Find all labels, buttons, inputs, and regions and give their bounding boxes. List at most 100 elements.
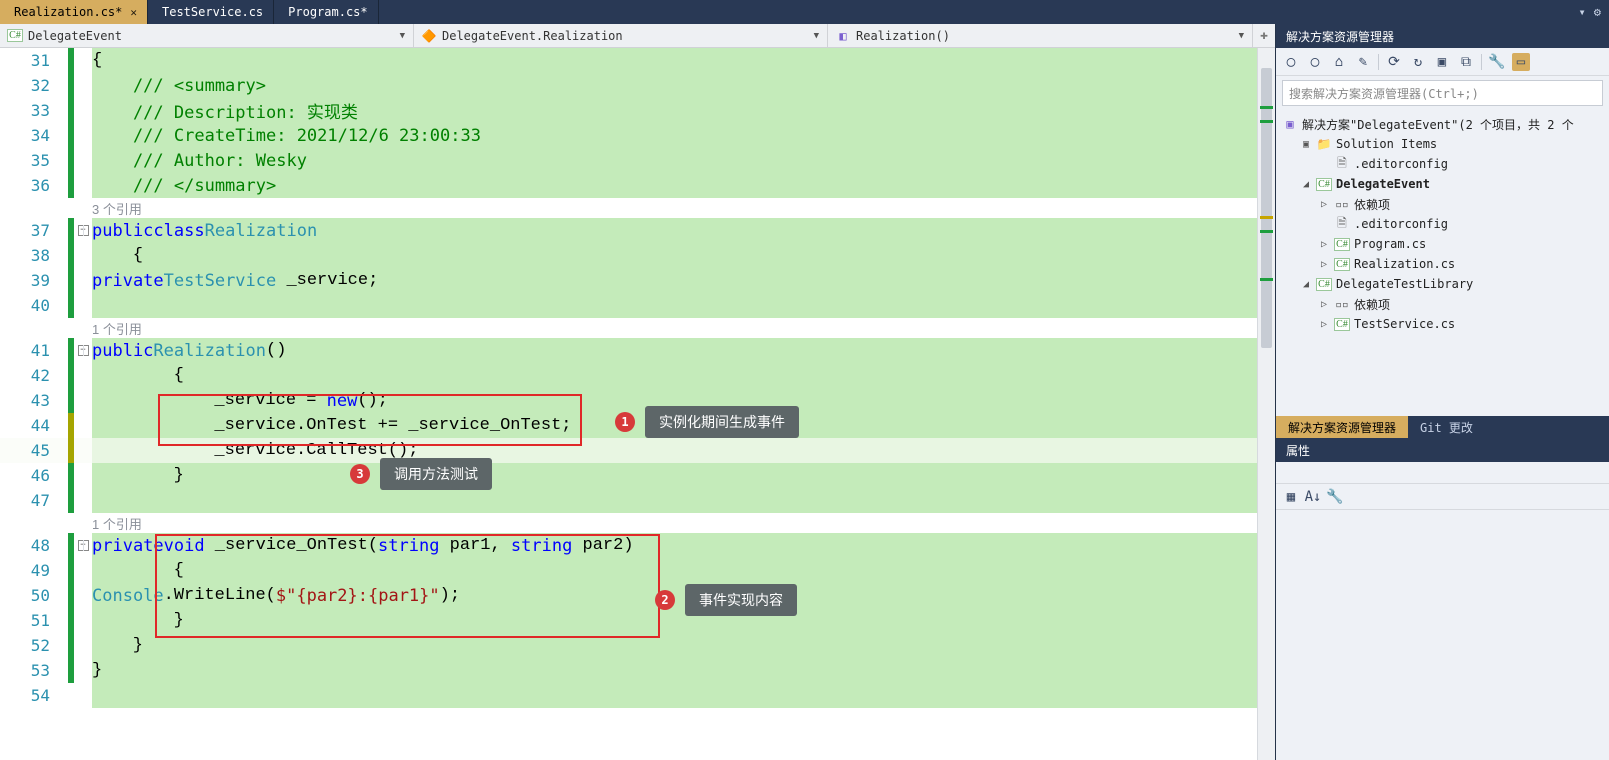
solution-root-node[interactable]: ▣ 解决方案"DelegateEvent"(2 个项目，共 2 个 xyxy=(1278,114,1607,134)
code-line[interactable]: 36 /// </summary> xyxy=(0,173,1257,198)
close-icon[interactable]: ✕ xyxy=(130,6,137,19)
code-line[interactable]: 37− public class Realization xyxy=(0,218,1257,243)
code-line[interactable]: 46 } xyxy=(0,463,1257,488)
code-line[interactable]: 49 { xyxy=(0,558,1257,583)
code-line[interactable]: 51 } xyxy=(0,608,1257,633)
change-marker xyxy=(68,123,74,148)
switch-view-icon[interactable]: ✎ xyxy=(1354,53,1372,71)
code-text: { xyxy=(92,48,1257,73)
gear-icon[interactable]: ⚙ xyxy=(1594,5,1601,19)
nav-project-dropdown[interactable]: C# DelegateEvent ▼ xyxy=(0,24,414,47)
alpha-sort-icon[interactable]: A↓ xyxy=(1304,488,1322,506)
line-number: 54 xyxy=(0,686,68,705)
tab-label: Program.cs* xyxy=(288,5,367,19)
code-text: private void _service_OnTest(string par1… xyxy=(92,533,1257,558)
code-line[interactable]: 34 /// CreateTime: 2021/12/6 23:00:33 xyxy=(0,123,1257,148)
tree-node-label: Solution Items xyxy=(1336,137,1437,151)
code-line[interactable]: 31{ xyxy=(0,48,1257,73)
tree-node[interactable]: ▣📁Solution Items xyxy=(1278,134,1607,154)
code-line[interactable]: 42 { xyxy=(0,363,1257,388)
tab-git-changes[interactable]: Git 更改 xyxy=(1408,416,1485,438)
collapse-icon[interactable]: ▣ xyxy=(1433,53,1451,71)
code-line[interactable]: 50 Console.WriteLine($"{par2}:{par1}"); xyxy=(0,583,1257,608)
tree-expand-icon[interactable]: ◢ xyxy=(1300,279,1312,290)
change-marker xyxy=(68,463,74,488)
fold-gutter[interactable]: − xyxy=(74,540,92,551)
wrench-icon[interactable]: 🔧 xyxy=(1326,488,1344,506)
code-line[interactable]: 53} xyxy=(0,658,1257,683)
refresh-icon[interactable]: ↻ xyxy=(1409,53,1427,71)
code-line[interactable]: 40 xyxy=(0,293,1257,318)
codelens-reference[interactable]: 3 个引用 xyxy=(0,198,1257,218)
change-marker xyxy=(68,293,74,318)
sync-icon[interactable]: ⟳ xyxy=(1385,53,1403,71)
code-line[interactable]: 41− public Realization() xyxy=(0,338,1257,363)
tree-expand-icon[interactable]: ▷ xyxy=(1318,319,1330,330)
solution-search-input[interactable]: 搜索解决方案资源管理器(Ctrl+;) xyxy=(1282,80,1603,106)
code-line[interactable]: 48− private void _service_OnTest(string … xyxy=(0,533,1257,558)
code-line[interactable]: 47 xyxy=(0,488,1257,513)
file-tabs-row: Realization.cs* ✕ TestService.cs Program… xyxy=(0,0,1609,24)
code-line[interactable]: 32 /// <summary> xyxy=(0,73,1257,98)
line-number: 47 xyxy=(0,491,68,510)
tree-node[interactable]: ▷▫▫依赖项 xyxy=(1278,294,1607,314)
tree-node[interactable]: 🗎.editorconfig xyxy=(1278,214,1607,234)
code-line[interactable]: 52 } xyxy=(0,633,1257,658)
codelens-reference[interactable]: 1 个引用 xyxy=(0,513,1257,533)
categorize-icon[interactable]: ▦ xyxy=(1282,488,1300,506)
change-marker xyxy=(68,268,74,293)
nav-scope-dropdown[interactable]: 🔶 DelegateEvent.Realization ▼ xyxy=(414,24,828,47)
tab-realization[interactable]: Realization.cs* ✕ xyxy=(0,0,148,24)
tree-node[interactable]: ▷▫▫依赖项 xyxy=(1278,194,1607,214)
code-line[interactable]: 35 /// Author: Wesky xyxy=(0,148,1257,173)
tree-expand-icon[interactable]: ▷ xyxy=(1318,299,1330,310)
tab-testservice[interactable]: TestService.cs xyxy=(148,0,274,24)
tree-node[interactable]: ◢C#DelegateTestLibrary xyxy=(1278,274,1607,294)
codelens-reference[interactable]: 1 个引用 xyxy=(0,318,1257,338)
line-number: 49 xyxy=(0,561,68,580)
forward-icon[interactable]: ◯ xyxy=(1306,53,1324,71)
change-marker xyxy=(68,608,74,633)
tree-node[interactable]: ◢C#DelegateEvent xyxy=(1278,174,1607,194)
chevron-down-icon: ▼ xyxy=(400,31,405,41)
change-marker xyxy=(68,73,74,98)
line-number: 35 xyxy=(0,151,68,170)
back-icon[interactable]: ◯ xyxy=(1282,53,1300,71)
tree-expand-icon[interactable]: ◢ xyxy=(1300,179,1312,190)
fold-gutter[interactable]: − xyxy=(74,225,92,236)
code-line[interactable]: 54 xyxy=(0,683,1257,708)
csharp-project-icon: C# xyxy=(8,29,22,43)
vertical-scrollbar[interactable] xyxy=(1257,48,1275,760)
line-number: 48 xyxy=(0,536,68,555)
code-editor[interactable]: 31{32 /// <summary>33 /// Description: 实… xyxy=(0,48,1275,760)
solution-explorer-toolbar: ◯ ◯ ⌂ ✎ ⟳ ↻ ▣ ⧉ 🔧 ▭ xyxy=(1276,48,1609,76)
tree-node-label: Realization.cs xyxy=(1354,257,1455,271)
code-line[interactable]: 39 private TestService _service; xyxy=(0,268,1257,293)
code-line[interactable]: 38 { xyxy=(0,243,1257,268)
home-icon[interactable]: ⌂ xyxy=(1330,53,1348,71)
tab-dropdown-icon[interactable]: ▾ xyxy=(1579,5,1586,19)
line-number: 33 xyxy=(0,101,68,120)
tree-expand-icon[interactable]: ▣ xyxy=(1300,139,1312,150)
tree-expand-icon[interactable]: ▷ xyxy=(1318,239,1330,250)
tree-expand-icon[interactable]: ▷ xyxy=(1318,199,1330,210)
fold-gutter[interactable]: − xyxy=(74,345,92,356)
tab-program[interactable]: Program.cs* xyxy=(274,0,378,24)
nav-member-dropdown[interactable]: ◧ Realization() ▼ xyxy=(828,24,1253,47)
tree-node[interactable]: 🗎.editorconfig xyxy=(1278,154,1607,174)
line-number: 45 xyxy=(0,441,68,460)
properties-icon[interactable]: 🔧 xyxy=(1488,53,1506,71)
solution-tree[interactable]: ▣ 解决方案"DelegateEvent"(2 个项目，共 2 个 ▣📁Solu… xyxy=(1276,110,1609,416)
show-all-icon[interactable]: ⧉ xyxy=(1457,53,1475,71)
scrollbar-thumb[interactable] xyxy=(1261,68,1272,348)
tab-solution-explorer[interactable]: 解决方案资源管理器 xyxy=(1276,416,1408,438)
code-line[interactable]: 33 /// Description: 实现类 xyxy=(0,98,1257,123)
split-editor-icon[interactable]: ✚ xyxy=(1253,24,1275,47)
tree-node[interactable]: ▷C#Realization.cs xyxy=(1278,254,1607,274)
line-number: 51 xyxy=(0,611,68,630)
tree-node[interactable]: ▷C#Program.cs xyxy=(1278,234,1607,254)
code-line[interactable]: 45 _service.CallTest(); xyxy=(0,438,1257,463)
tree-node[interactable]: ▷C#TestService.cs xyxy=(1278,314,1607,334)
preview-icon[interactable]: ▭ xyxy=(1512,53,1530,71)
tree-expand-icon[interactable]: ▷ xyxy=(1318,259,1330,270)
